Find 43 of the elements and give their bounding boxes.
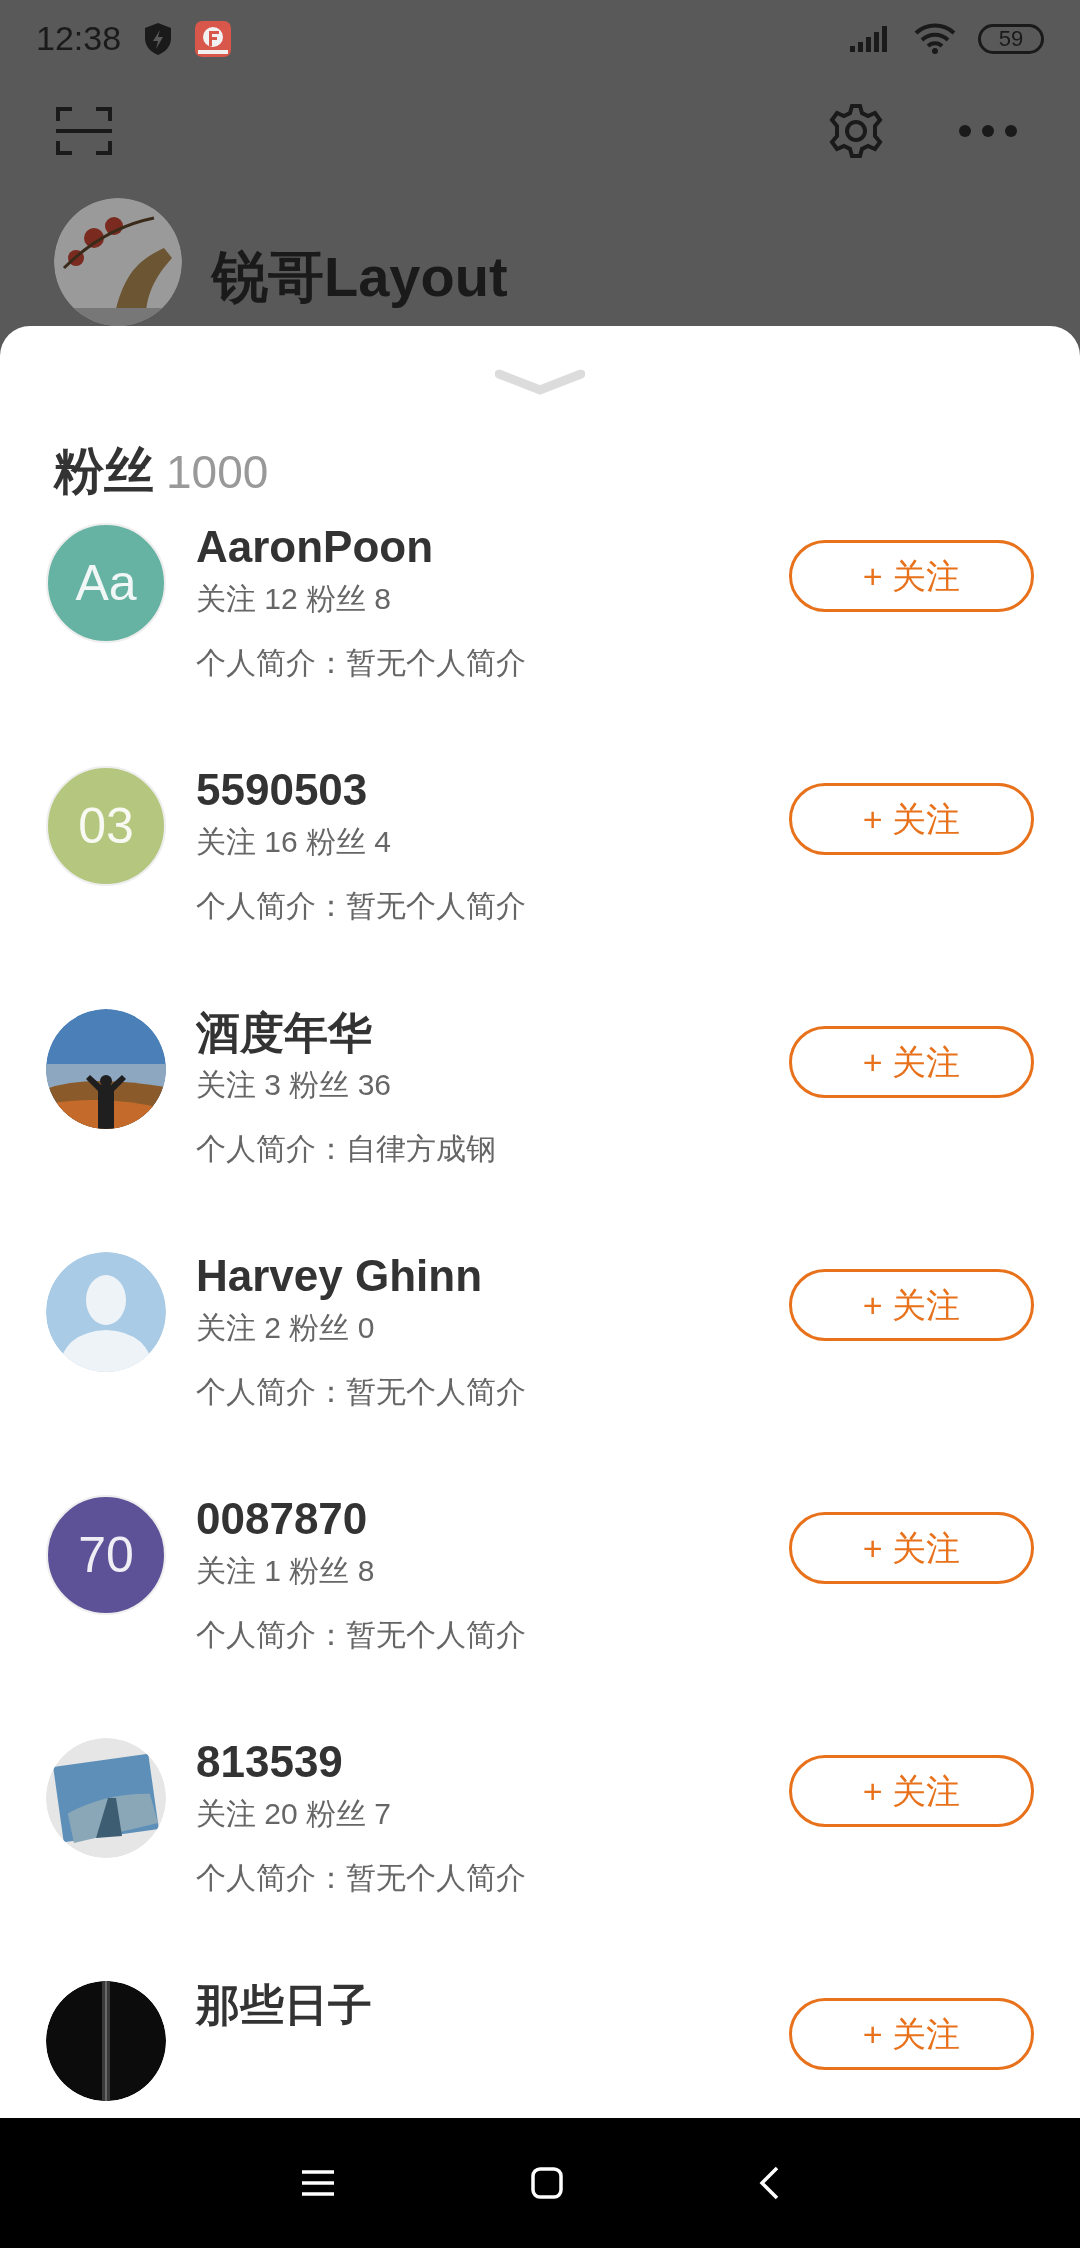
follow-button[interactable]: + 关注 — [789, 1269, 1034, 1341]
more-icon[interactable] — [958, 123, 1018, 138]
follower-name: 813539 — [196, 1736, 344, 1788]
avatar[interactable]: 70 — [46, 1495, 166, 1615]
settings-icon[interactable] — [828, 102, 884, 159]
follow-button[interactable]: + 关注 — [789, 1512, 1034, 1584]
follow-stats: 关注 12 粉丝 8 — [196, 581, 393, 617]
follower-name: 0087870 — [196, 1493, 369, 1545]
profile-name: 锐哥Layout — [212, 244, 508, 310]
battery-indicator: 59 — [978, 23, 1044, 54]
bio-text: 个人简介：暂无个人简介 — [196, 1860, 527, 1896]
avatar[interactable]: Aa — [46, 523, 166, 643]
bio-text: 个人简介：暂无个人简介 — [196, 888, 527, 924]
bio-text: 个人简介：暂无个人简介 — [196, 1374, 527, 1410]
follower-count: 1000 — [166, 445, 269, 500]
sheet-title: 粉丝 — [54, 442, 154, 501]
home-icon[interactable] — [531, 2167, 563, 2199]
back-icon[interactable] — [759, 2166, 779, 2200]
follow-button[interactable]: + 关注 — [789, 1026, 1034, 1098]
follow-button[interactable]: + 关注 — [789, 1998, 1034, 2070]
bio-text: 个人简介：暂无个人简介 — [196, 1617, 527, 1653]
follower-name: Harvey Ghinn — [196, 1250, 484, 1302]
bio-text: 个人简介：自律方成钢 — [196, 1131, 497, 1167]
scan-icon[interactable] — [56, 104, 112, 157]
follower-name: 那些日子 — [196, 1979, 373, 2031]
avatar[interactable]: 03 — [46, 766, 166, 886]
follow-stats: 关注 1 粉丝 8 — [196, 1553, 376, 1589]
follow-stats: 关注 2 粉丝 0 — [196, 1310, 376, 1346]
wifi-icon — [914, 22, 956, 55]
follow-stats: 关注 16 粉丝 4 — [196, 824, 393, 860]
app-icon — [195, 20, 232, 57]
shield-bolt-icon — [143, 21, 174, 56]
follow-button[interactable]: + 关注 — [789, 540, 1034, 612]
follower-name: 酒度年华 — [196, 1007, 373, 1059]
menu-icon[interactable] — [301, 2169, 335, 2197]
follow-stats: 关注 20 粉丝 7 — [196, 1796, 393, 1832]
follower-name: AaronPoon — [196, 521, 435, 573]
status-time: 12:38 — [36, 18, 122, 60]
bio-text: 个人简介：暂无个人简介 — [196, 645, 527, 681]
follower-name: 5590503 — [196, 764, 369, 816]
follow-button[interactable]: + 关注 — [789, 1755, 1034, 1827]
follow-button[interactable]: + 关注 — [789, 783, 1034, 855]
follow-stats: 关注 3 粉丝 36 — [196, 1067, 393, 1103]
